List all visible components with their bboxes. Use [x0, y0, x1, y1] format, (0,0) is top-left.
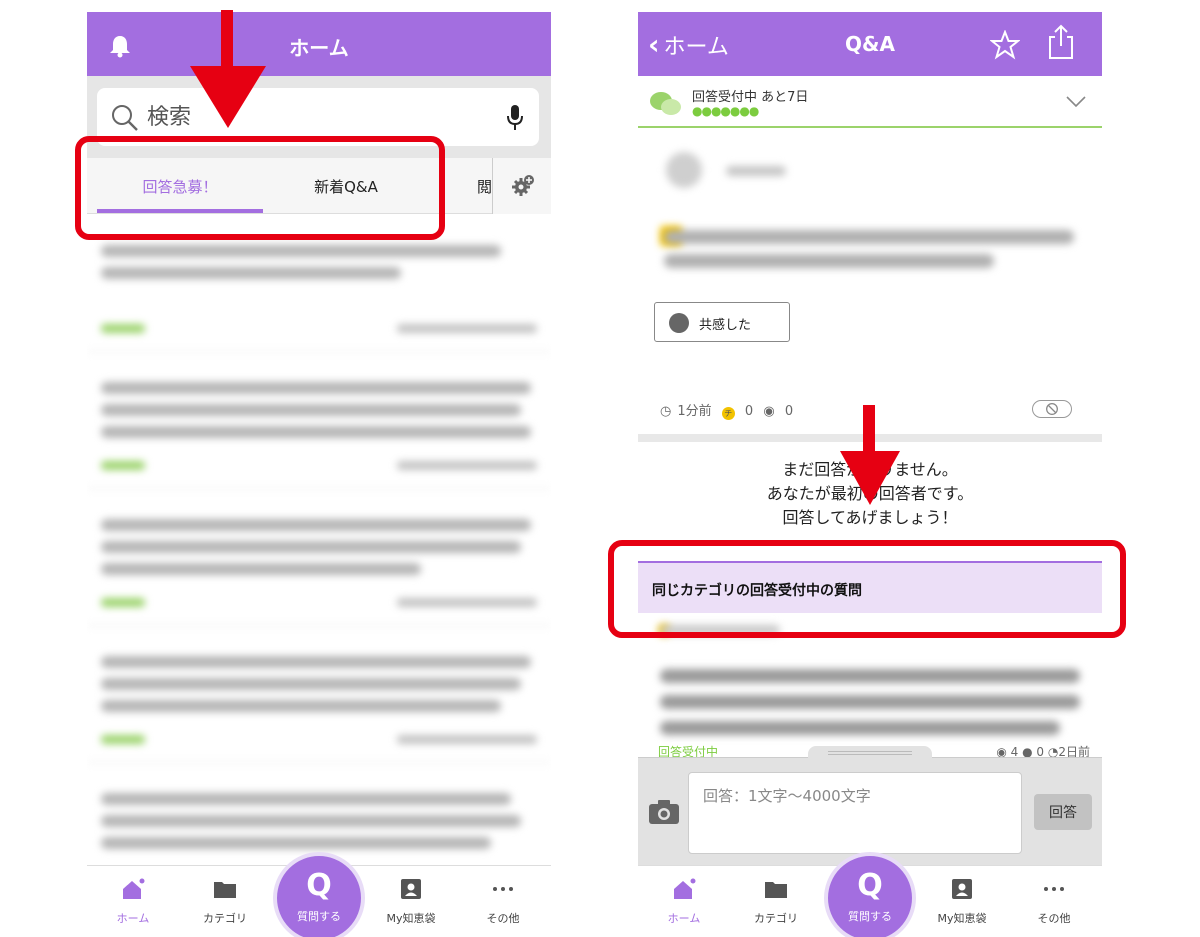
nav-my-label: My知恵袋 [386, 912, 436, 925]
question-text [664, 254, 994, 268]
question-text [660, 695, 1080, 709]
bottom-nav: ホーム カテゴリ Q 質問する My知恵袋 その他 [87, 852, 551, 937]
question-text [660, 721, 1060, 735]
answer-input[interactable] [688, 772, 1022, 854]
nav-category-label: カテゴリ [203, 912, 247, 925]
page-title: ホーム [289, 36, 349, 60]
arrow-down-icon [190, 10, 266, 128]
nav-category[interactable]: カテゴリ [730, 866, 822, 937]
profile-card-icon [401, 879, 421, 899]
question-text [664, 230, 1074, 244]
camera-icon[interactable] [648, 798, 680, 826]
answer-composer: 回答 [638, 746, 1102, 865]
nav-home-label: ホーム [667, 912, 701, 925]
nav-my-label: My知恵袋 [937, 912, 987, 925]
home-icon [123, 878, 145, 899]
profile-card-icon [952, 879, 972, 899]
feed-item[interactable] [87, 352, 551, 489]
q-icon: Q [857, 868, 883, 903]
nav-ask-button[interactable]: Q 質問する [273, 852, 365, 937]
clock-icon: ◷ [660, 404, 672, 419]
smile-icon [669, 313, 689, 333]
nav-ask-button[interactable]: Q 質問する [824, 852, 916, 937]
mic-icon[interactable] [505, 104, 525, 132]
bottom-nav: ホーム カテゴリ Q 質問する My知恵袋 その他 [638, 852, 1102, 937]
more-icon [1044, 887, 1064, 891]
drag-handle[interactable] [808, 746, 932, 760]
highlight-box-tabs [75, 136, 445, 240]
share-icon[interactable] [1046, 24, 1076, 60]
nav-category-label: カテゴリ [754, 912, 798, 925]
chip-count: 0 [744, 404, 754, 419]
submit-answer-button[interactable]: 回答 [1034, 794, 1092, 830]
tab-settings-button[interactable] [492, 158, 551, 214]
no-answer-line: 回答してあげましょう！ [782, 508, 958, 527]
question-feed [87, 215, 551, 900]
feed-item[interactable] [87, 489, 551, 626]
nav-my-chiebukuro[interactable]: My知恵袋 [365, 866, 457, 937]
nav-more-label: その他 [486, 912, 520, 925]
search-icon [112, 105, 138, 131]
feed-item[interactable] [87, 626, 551, 763]
nav-more[interactable]: その他 [1008, 866, 1100, 937]
nav-more[interactable]: その他 [457, 866, 549, 937]
status-progress-dots: ●●●●●●● [692, 104, 759, 118]
star-icon[interactable] [990, 30, 1020, 60]
gear-plus-icon [512, 175, 534, 196]
home-header: ホーム [87, 12, 551, 76]
qa-header: ‹ ホーム Q&A [638, 12, 1102, 76]
nav-ask-label: 質問する [297, 910, 341, 923]
status-label: 回答受付中 あと7日 [692, 90, 809, 105]
page-title: Q&A [845, 32, 895, 56]
highlight-box-related [608, 540, 1126, 638]
folder-icon [214, 882, 236, 898]
more-icon [493, 887, 513, 891]
coin-icon: チ [721, 407, 735, 420]
question-meta: ◷ 1分前 チ 0 ◉ 0 [660, 400, 799, 420]
eye-icon: ◉ [763, 404, 775, 419]
nav-home[interactable]: ホーム [87, 866, 179, 937]
speech-bubbles-icon [650, 92, 681, 115]
view-count: 0 [784, 404, 794, 419]
user-name [726, 166, 786, 176]
nav-home-label: ホーム [116, 912, 150, 925]
avatar [666, 152, 702, 188]
nav-ask-label: 質問する [848, 910, 892, 923]
empathy-button[interactable]: 共感した [654, 302, 790, 342]
nav-category[interactable]: カテゴリ [179, 866, 271, 937]
nav-more-label: その他 [1037, 912, 1071, 925]
home-icon [674, 878, 696, 899]
nav-my-chiebukuro[interactable]: My知恵袋 [916, 866, 1008, 937]
arrow-down-icon [840, 405, 900, 505]
chevron-down-icon[interactable] [1066, 96, 1086, 108]
question-text [660, 669, 1080, 683]
status-bar: 回答受付中 あと7日 ●●●●●●● [638, 76, 1102, 128]
empathy-label: 共感した [699, 318, 752, 333]
question-card: 共感した ◷ 1分前 チ 0 ◉ 0 [638, 130, 1102, 440]
hide-icon[interactable] [1032, 400, 1072, 418]
q-icon: Q [306, 868, 332, 903]
question-time: 1分前 [677, 404, 712, 419]
folder-icon [765, 882, 787, 898]
nav-home[interactable]: ホーム [638, 866, 730, 937]
